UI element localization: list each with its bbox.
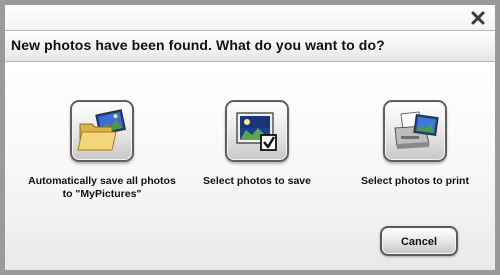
dialog-header: New photos have been found. What do you … [5,30,495,62]
select-save-label: Select photos to save [203,175,311,187]
option-auto-save[interactable]: Automatically save all photos to "MyPict… [27,100,177,201]
folder-photo-icon [77,109,126,151]
photo-import-dialog: New photos have been found. What do you … [0,0,500,275]
select-save-button[interactable] [225,100,289,162]
select-print-button[interactable] [383,100,447,162]
select-print-label: Select photos to print [361,175,469,187]
close-button[interactable] [469,9,487,27]
title-bar [5,5,495,30]
auto-save-label: Automatically save all photos to "MyPict… [28,175,176,200]
option-select-save[interactable]: Select photos to save [182,100,332,188]
dialog-prompt: New photos have been found. What do you … [11,37,385,53]
cancel-button[interactable]: Cancel [380,226,458,256]
printer-photo-icon [394,111,439,149]
option-select-print[interactable]: Select photos to print [340,100,490,188]
auto-save-button[interactable] [70,100,134,162]
close-icon [471,11,485,25]
options-area: Automatically save all photos to "MyPict… [5,62,495,270]
photo-checkbox-icon [236,112,277,151]
